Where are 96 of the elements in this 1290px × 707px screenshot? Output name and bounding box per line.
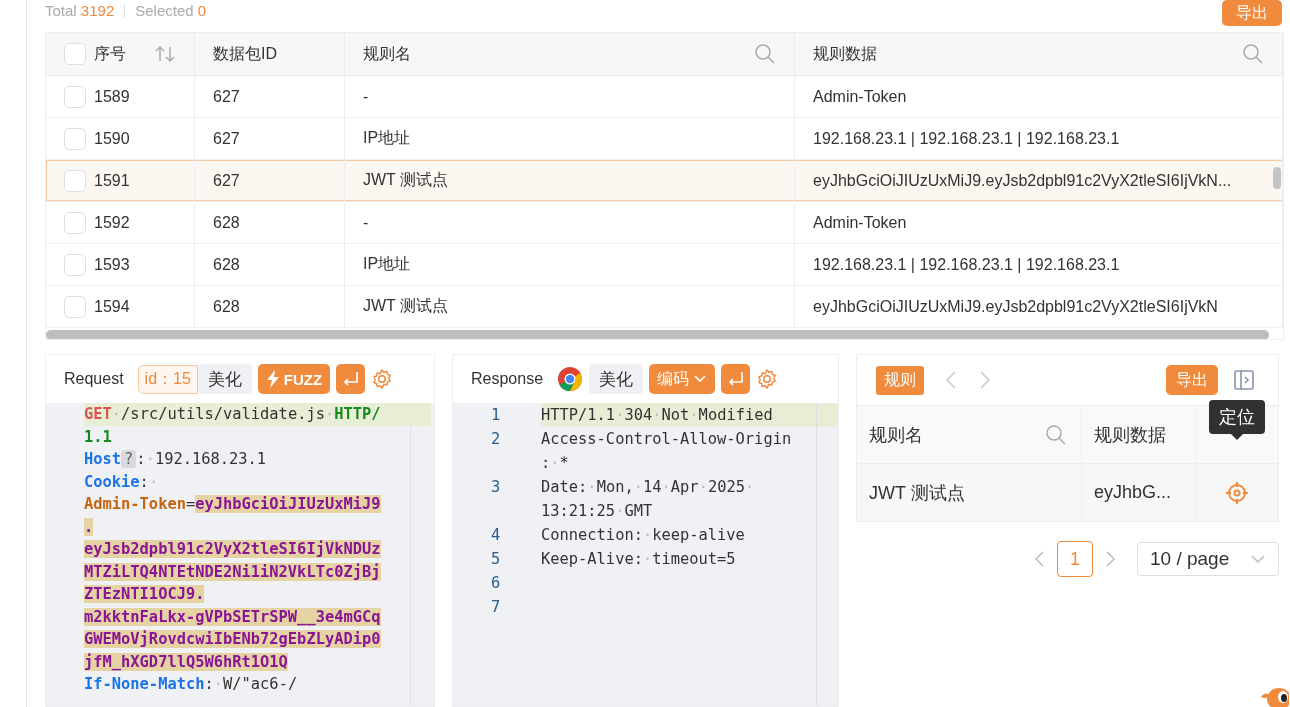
table-cell: eyJhbGciOiJIUzUxMiJ9.eyJsb2dpbl91c2VyX2tleSI6IjVkN xyxy=(813,297,1218,316)
scrollbar-thumb[interactable] xyxy=(1273,167,1281,189)
table-cell: 627 xyxy=(213,87,240,106)
code-line: Access-Control-Allow-Origin :·* xyxy=(541,429,793,474)
table-cell: eyJhbG... xyxy=(1094,482,1172,503)
beautify-button[interactable]: 美化 xyxy=(589,364,644,394)
export-button[interactable]: 导出 xyxy=(1222,0,1282,26)
select-all-checkbox[interactable] xyxy=(64,43,86,65)
code-editor[interactable] xyxy=(46,403,434,706)
line-number: 3 xyxy=(490,477,502,498)
row-checkbox[interactable] xyxy=(64,253,86,276)
next-icon[interactable] xyxy=(978,370,992,390)
table-cell: 628 xyxy=(213,297,240,316)
line-number: 1 xyxy=(490,405,502,426)
page-button[interactable]: 1 xyxy=(1057,541,1093,577)
encoding-dropdown[interactable]: 编码 xyxy=(649,364,716,394)
tooltip: 定位 xyxy=(1209,400,1265,434)
table-cell-text: IP地址 xyxy=(363,128,411,148)
code-line: Cookie:· xyxy=(84,472,159,491)
column-header: 规则数据 xyxy=(1094,423,1166,447)
table-cell-text: JWT 测试点 xyxy=(363,296,449,316)
row-checkbox[interactable] xyxy=(64,211,86,234)
line-number: 5 xyxy=(490,549,502,570)
line-number: 4 xyxy=(490,525,502,546)
chevron-down-icon xyxy=(1250,554,1266,564)
wrap-button[interactable] xyxy=(721,364,751,394)
wrap-button[interactable] xyxy=(336,364,366,394)
code-line: Connection:·keep-alive xyxy=(541,525,746,546)
table-cell: 627 xyxy=(213,171,240,190)
browser-icon[interactable] xyxy=(557,366,584,392)
search-icon[interactable] xyxy=(1242,43,1264,65)
code-line: Host ? :·192.168.23.1 xyxy=(84,450,267,469)
search-icon[interactable] xyxy=(754,43,776,65)
panel-title: Request xyxy=(64,370,124,388)
return-icon xyxy=(341,371,360,387)
table-cell-text: IP地址 xyxy=(363,254,411,274)
table-cell: 1593 xyxy=(94,255,130,274)
id-field[interactable]: id：15 xyxy=(137,364,198,394)
lightning-icon xyxy=(265,370,280,388)
next-page-icon[interactable] xyxy=(1105,550,1117,568)
settings-icon[interactable] xyxy=(756,368,779,390)
previous-icon[interactable] xyxy=(944,370,958,390)
row-checkbox[interactable] xyxy=(64,127,86,150)
sort-icon[interactable] xyxy=(154,44,176,64)
table-cell: 192.168.23.1 | 192.168.23.1 | 192.168.23.1 xyxy=(813,255,1120,274)
export-button[interactable]: 导出 xyxy=(1166,365,1218,395)
scrollbar-thumb[interactable] xyxy=(46,330,1269,339)
rule-tag: 规则 xyxy=(876,365,924,395)
code-line: Keep-Alive:·timeout=5 xyxy=(541,549,737,570)
code-line: HTTP/1.1·304·Not·Modified xyxy=(541,405,774,426)
column-header: 规则数据 xyxy=(813,43,877,64)
table-cell: 1589 xyxy=(94,87,130,106)
table-cell: 1591 xyxy=(94,171,130,190)
line-number: 7 xyxy=(490,597,502,618)
locate-icon[interactable] xyxy=(1225,480,1249,505)
table-cell: 628 xyxy=(213,255,240,274)
row-checkbox[interactable] xyxy=(64,85,86,108)
table-cell: 628 xyxy=(213,213,240,232)
code-line: Admin-Token=eyJhbGciOiJIUzUxMiJ9 xyxy=(84,495,381,514)
row-checkbox[interactable] xyxy=(64,295,86,318)
previous-page-icon[interactable] xyxy=(1033,550,1045,568)
table-cell: 627 xyxy=(213,129,240,148)
return-icon xyxy=(726,371,745,387)
table-cell-text: JWT 测试点 xyxy=(363,170,449,190)
line-number: 2 xyxy=(490,429,502,450)
total-count: Total 3192 xyxy=(45,2,115,19)
page-size-select[interactable]: 10 / page xyxy=(1137,542,1279,576)
column-header: 规则名 xyxy=(869,423,923,447)
table-cell: eyJhbGciOiJIUzUxMiJ9.eyJsb2dpbl91c2VyX2tleSI6IjVkN... xyxy=(813,171,1232,190)
tooltip-arrow xyxy=(1231,434,1243,440)
settings-icon[interactable] xyxy=(371,368,394,390)
fuzz-button[interactable]: FUZZ xyxy=(257,364,331,394)
sidebar-toggle-icon[interactable] xyxy=(1234,370,1254,390)
table-cell: 1594 xyxy=(94,297,130,316)
search-icon[interactable] xyxy=(1045,423,1067,446)
chevron-down-icon xyxy=(693,374,708,384)
code-line: If-None-Match:·W/"ac6-/ xyxy=(84,675,298,694)
selected-count: Selected 0 xyxy=(135,2,207,19)
table-cell: Admin-Token xyxy=(813,87,907,106)
table-cell-text: JWT 测试点 xyxy=(869,481,965,505)
panel-title: Response xyxy=(471,370,544,388)
table-cell: 1592 xyxy=(94,213,130,232)
code-editor[interactable]: 1 HTTP/1.1·304·Not·Modified 2 Access-Control-Allow-Origin :·* 3 Date:·Mon,·14·Apr·2025· 13:21:25·GMT 4 Connection:·keep-alive 5 Keep-Alive:·timeout=5 6 7 xyxy=(453,403,838,706)
line-number: 6 xyxy=(490,573,502,594)
code-line: 1.1 xyxy=(84,427,112,446)
column-header: 规则名 xyxy=(363,43,411,64)
code-line: GET·/src/utils/validate.js·HTTP/ xyxy=(84,405,381,424)
table-cell: 1590 xyxy=(94,129,130,148)
table-cell: - xyxy=(363,87,369,106)
row-checkbox[interactable] xyxy=(64,169,86,192)
column-header: 序号 xyxy=(94,43,126,64)
column-header: 数据包ID xyxy=(213,43,277,64)
table-cell: 192.168.23.1 | 192.168.23.1 | 192.168.23.1 xyxy=(813,129,1120,148)
table-cell: - xyxy=(363,213,369,232)
table-cell: Admin-Token xyxy=(813,213,907,232)
beautify-button[interactable]: 美化 xyxy=(197,364,252,394)
